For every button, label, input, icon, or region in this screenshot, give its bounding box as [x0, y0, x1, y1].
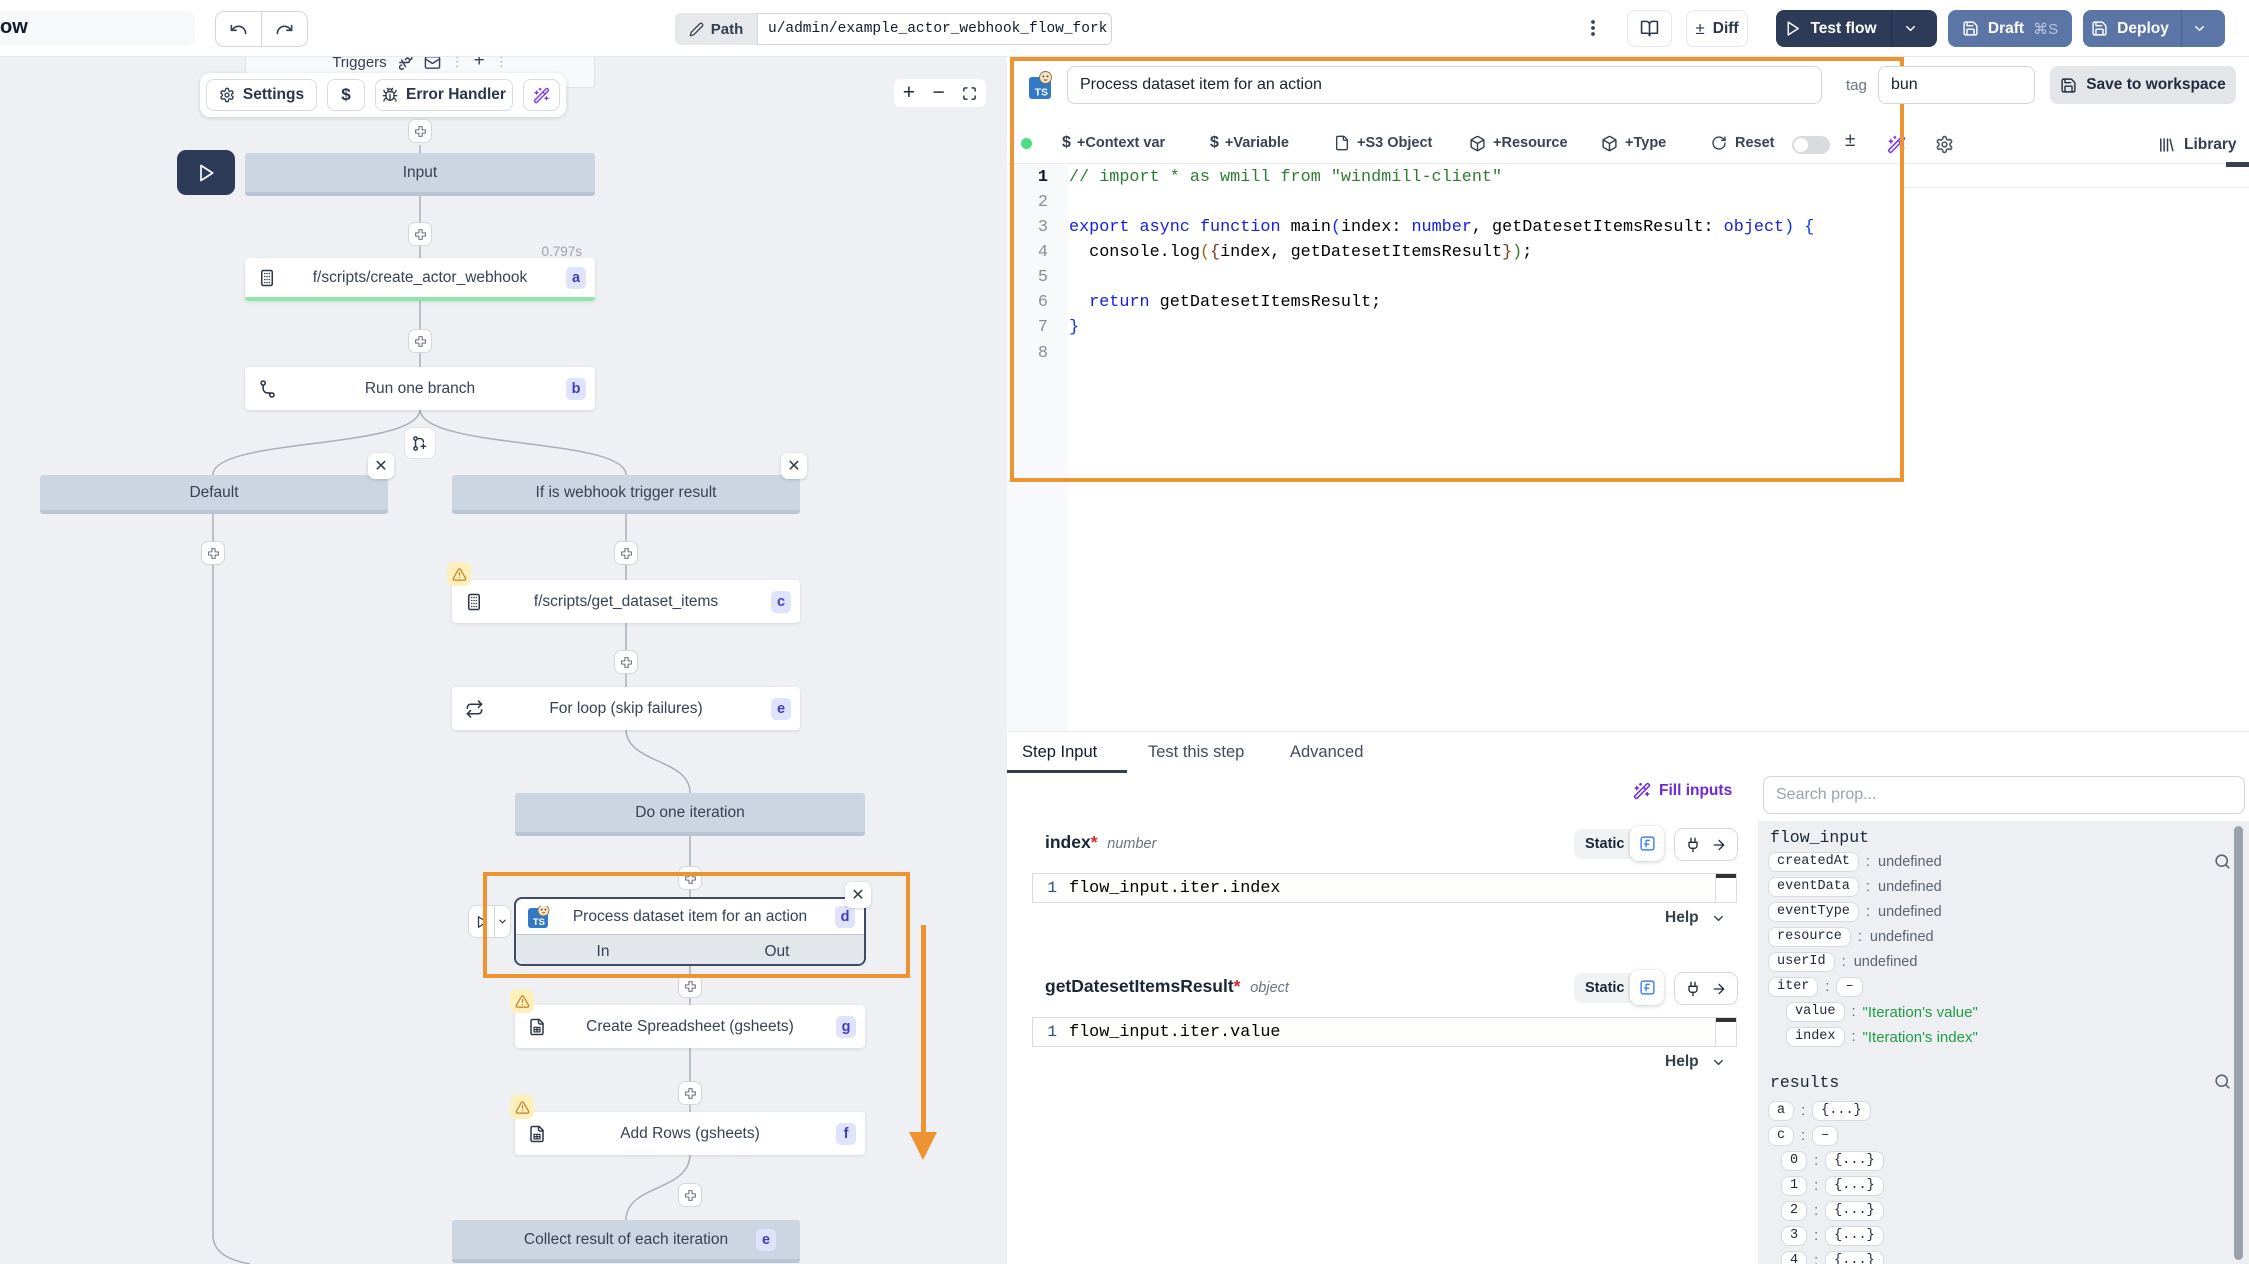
svg-text:TS: TS — [533, 917, 545, 928]
